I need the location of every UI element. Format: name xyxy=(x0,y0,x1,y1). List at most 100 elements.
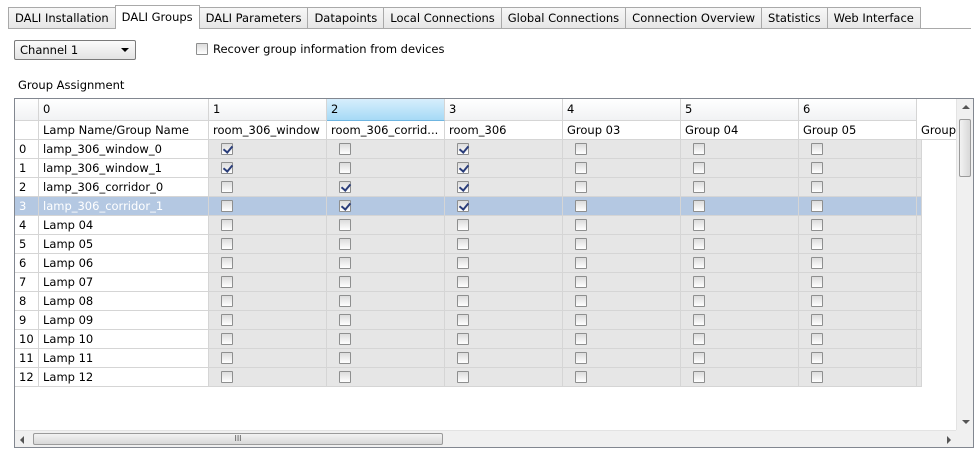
group-assignment-cell[interactable] xyxy=(799,159,917,178)
group-assignment-cell[interactable] xyxy=(917,197,922,216)
group-assignment-cell[interactable] xyxy=(681,330,799,349)
column-number-2[interactable]: 2 xyxy=(327,99,445,121)
group-assignment-cell[interactable] xyxy=(563,235,681,254)
group-name-cell[interactable]: Group 03 xyxy=(563,121,681,140)
group-assignment-cell[interactable] xyxy=(799,330,917,349)
group-assignment-cell[interactable] xyxy=(681,159,799,178)
group-assignment-cell[interactable] xyxy=(917,330,922,349)
group-assignment-checkbox[interactable] xyxy=(811,238,823,250)
group-assignment-cell[interactable] xyxy=(209,140,327,159)
group-assignment-cell[interactable] xyxy=(799,235,917,254)
group-assignment-checkbox[interactable] xyxy=(575,181,587,193)
horizontal-scroll-thumb[interactable]: III xyxy=(33,433,443,445)
group-assignment-cell[interactable] xyxy=(445,368,563,387)
tab-dali-groups[interactable]: DALI Groups xyxy=(114,5,200,29)
group-assignment-checkbox[interactable] xyxy=(811,200,823,212)
recover-group-info-checkbox[interactable] xyxy=(196,43,208,55)
group-assignment-cell[interactable] xyxy=(209,235,327,254)
group-assignment-cell[interactable] xyxy=(917,368,922,387)
group-assignment-cell[interactable] xyxy=(563,368,681,387)
group-assignment-cell[interactable] xyxy=(445,197,563,216)
vertical-scrollbar[interactable] xyxy=(956,99,973,430)
group-assignment-checkbox[interactable] xyxy=(221,257,233,269)
column-number-5[interactable]: 5 xyxy=(681,99,799,121)
group-assignment-cell[interactable] xyxy=(917,349,922,368)
group-assignment-cell[interactable] xyxy=(799,254,917,273)
group-assignment-cell[interactable] xyxy=(445,235,563,254)
group-assignment-checkbox[interactable] xyxy=(811,219,823,231)
tab-dali-parameters[interactable]: DALI Parameters xyxy=(198,7,309,28)
group-assignment-cell[interactable] xyxy=(917,140,922,159)
group-assignment-checkbox[interactable] xyxy=(221,162,233,174)
group-assignment-cell[interactable] xyxy=(445,178,563,197)
group-assignment-checkbox[interactable] xyxy=(693,295,705,307)
group-assignment-checkbox[interactable] xyxy=(811,257,823,269)
group-assignment-cell[interactable] xyxy=(799,292,917,311)
group-name-cell[interactable]: Group 05 xyxy=(799,121,917,140)
group-assignment-checkbox[interactable] xyxy=(457,352,469,364)
group-assignment-cell[interactable] xyxy=(563,273,681,292)
table-row[interactable]: 11 Lamp 11 xyxy=(15,349,957,368)
lamp-name-cell[interactable]: Lamp 09 xyxy=(39,311,209,330)
group-assignment-cell[interactable] xyxy=(917,178,922,197)
group-assignment-cell[interactable] xyxy=(327,197,445,216)
scroll-right-icon[interactable] xyxy=(947,436,951,444)
group-assignment-checkbox[interactable] xyxy=(457,238,469,250)
group-assignment-checkbox[interactable] xyxy=(339,257,351,269)
group-assignment-checkbox[interactable] xyxy=(457,257,469,269)
table-row[interactable]: 3 lamp_306_corridor_1 xyxy=(15,197,957,216)
horizontal-scrollbar[interactable]: III xyxy=(15,430,956,447)
tab-datapoints[interactable]: Datapoints xyxy=(307,7,385,28)
group-assignment-checkbox[interactable] xyxy=(457,181,469,193)
lamp-name-cell[interactable]: lamp_306_window_0 xyxy=(39,140,209,159)
group-assignment-checkbox[interactable] xyxy=(693,143,705,155)
group-assignment-cell[interactable] xyxy=(681,140,799,159)
group-assignment-cell[interactable] xyxy=(327,235,445,254)
table-row[interactable]: 4 Lamp 04 xyxy=(15,216,957,235)
group-assignment-cell[interactable] xyxy=(209,178,327,197)
group-assignment-checkbox[interactable] xyxy=(221,143,233,155)
group-assignment-cell[interactable] xyxy=(445,349,563,368)
group-assignment-checkbox[interactable] xyxy=(221,219,233,231)
table-row[interactable]: 12 Lamp 12 xyxy=(15,368,957,387)
group-assignment-checkbox[interactable] xyxy=(339,314,351,326)
scroll-up-icon[interactable] xyxy=(962,105,970,109)
group-assignment-cell[interactable] xyxy=(327,349,445,368)
group-assignment-cell[interactable] xyxy=(799,349,917,368)
group-assignment-checkbox[interactable] xyxy=(575,219,587,231)
group-assignment-checkbox[interactable] xyxy=(339,200,351,212)
group-assignment-cell[interactable] xyxy=(563,254,681,273)
tab-local-connections[interactable]: Local Connections xyxy=(383,7,502,28)
group-assignment-cell[interactable] xyxy=(445,292,563,311)
channel-select[interactable]: Channel 1 xyxy=(14,40,136,60)
group-assignment-cell[interactable] xyxy=(799,178,917,197)
group-assignment-checkbox[interactable] xyxy=(457,219,469,231)
column-number-4[interactable]: 4 xyxy=(563,99,681,121)
group-assignment-cell[interactable] xyxy=(799,273,917,292)
group-assignment-checkbox[interactable] xyxy=(693,162,705,174)
group-assignment-cell[interactable] xyxy=(327,330,445,349)
group-assignment-checkbox[interactable] xyxy=(221,314,233,326)
tab-dali-installation[interactable]: DALI Installation xyxy=(8,7,116,28)
group-assignment-cell[interactable] xyxy=(799,216,917,235)
group-assignment-cell[interactable] xyxy=(681,216,799,235)
group-assignment-cell[interactable] xyxy=(563,140,681,159)
group-assignment-checkbox[interactable] xyxy=(811,276,823,288)
group-assignment-cell[interactable] xyxy=(563,330,681,349)
group-assignment-checkbox[interactable] xyxy=(221,276,233,288)
group-assignment-checkbox[interactable] xyxy=(575,200,587,212)
group-assignment-cell[interactable] xyxy=(445,159,563,178)
recover-group-info-option[interactable]: Recover group information from devices xyxy=(196,42,444,56)
group-assignment-checkbox[interactable] xyxy=(575,162,587,174)
column-number-6[interactable]: 6 xyxy=(799,99,917,121)
group-assignment-checkbox[interactable] xyxy=(221,333,233,345)
group-assignment-cell[interactable] xyxy=(209,330,327,349)
group-assignment-cell[interactable] xyxy=(799,368,917,387)
group-assignment-cell[interactable] xyxy=(681,197,799,216)
group-assignment-cell[interactable] xyxy=(917,159,922,178)
group-assignment-cell[interactable] xyxy=(209,368,327,387)
group-assignment-checkbox[interactable] xyxy=(221,352,233,364)
group-assignment-cell[interactable] xyxy=(681,178,799,197)
group-assignment-checkbox[interactable] xyxy=(339,295,351,307)
column-number-0[interactable]: 0 xyxy=(39,99,209,121)
